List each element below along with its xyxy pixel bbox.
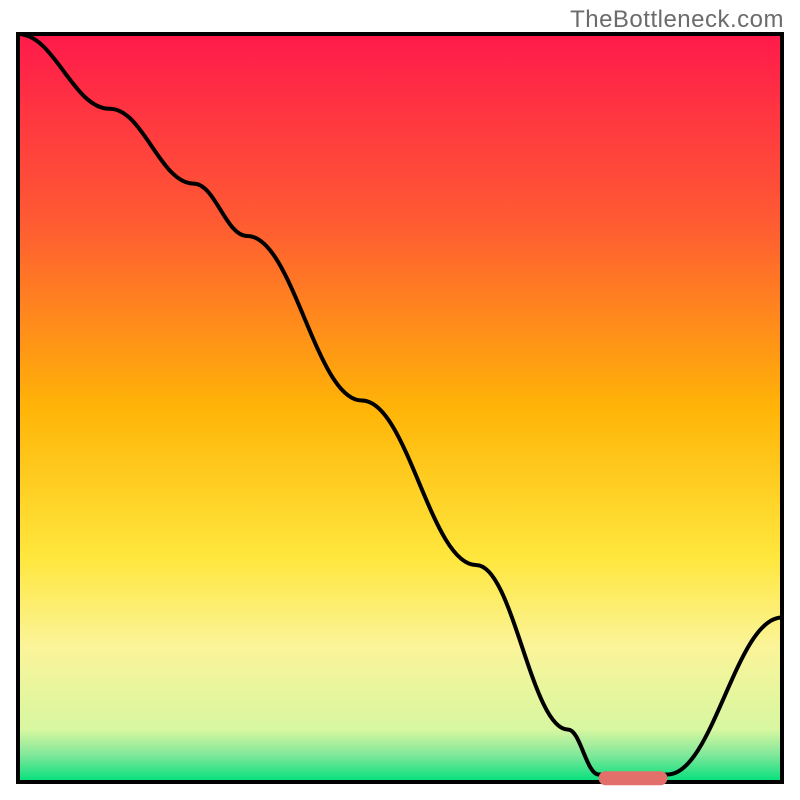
watermark-text: TheBottleneck.com xyxy=(570,6,784,34)
optimal-marker xyxy=(599,771,668,785)
chart-root: TheBottleneck.com xyxy=(0,0,800,800)
bottleneck-chart xyxy=(0,0,800,800)
gradient-background xyxy=(18,34,782,782)
plot-area xyxy=(18,34,782,785)
